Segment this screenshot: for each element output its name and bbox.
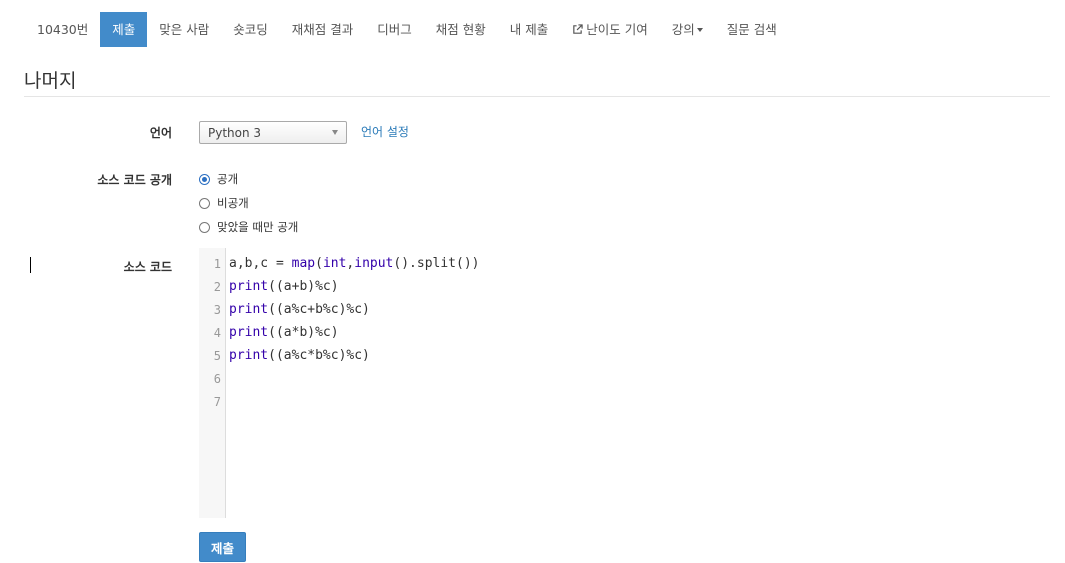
tab-label: 난이도 기여 [586, 22, 648, 37]
line-number-gutter: 1 2 3 4 5 6 7 [199, 248, 226, 518]
external-link-icon [573, 24, 583, 34]
line-number: 2 [213, 280, 221, 294]
code-line: a,b,c = map(int,input().split()) [229, 256, 480, 271]
radio-button[interactable] [199, 197, 210, 209]
radio-button[interactable] [199, 221, 210, 233]
line-number: 4 [213, 326, 221, 340]
tab-label: 디버그 [377, 22, 412, 37]
tab-label: 재채점 결과 [291, 22, 354, 37]
tab-label: 채점 현황 [435, 22, 486, 37]
language-select[interactable]: Python 3 [199, 121, 347, 144]
visibility-option-accepted-only[interactable]: 맞았을 때만 공개 [199, 219, 298, 235]
title-divider [24, 96, 1050, 97]
tab-problem-number[interactable]: 10430번 [25, 12, 100, 47]
tab-question-search[interactable]: 질문 검색 [715, 12, 789, 47]
radio-label: 비공개 [217, 196, 249, 210]
line-number: 5 [213, 349, 221, 363]
tab-accepted-users[interactable]: 맞은 사람 [147, 12, 221, 47]
tab-label: 내 제출 [509, 22, 549, 37]
tab-short-coding[interactable]: 숏코딩 [221, 12, 280, 47]
line-number: 7 [213, 395, 221, 409]
problem-tabs: 10430번 제출 맞은 사람 숏코딩 재채점 결과 디버그 채점 현황 내 제… [25, 12, 789, 47]
line-number: 6 [213, 372, 221, 386]
text-cursor [30, 257, 31, 273]
language-select-value: Python 3 [208, 125, 262, 140]
tab-my-submissions[interactable]: 내 제출 [498, 12, 560, 47]
chevron-down-icon [332, 130, 338, 135]
radio-button[interactable] [199, 173, 210, 185]
line-number: 3 [213, 303, 221, 317]
tab-submit[interactable]: 제출 [100, 12, 148, 47]
code-editor[interactable]: 1 2 3 4 5 6 7 a,b,c = map(int,input().sp… [199, 248, 1050, 518]
tab-lectures-dropdown[interactable]: 강의 [660, 12, 715, 47]
submit-button[interactable]: 제출 [199, 532, 246, 562]
tab-judge-status[interactable]: 채점 현황 [424, 12, 498, 47]
tab-label: 맞은 사람 [159, 22, 210, 37]
code-line: print((a+b)%c) [229, 279, 339, 294]
tab-difficulty-contribution[interactable]: 난이도 기여 [560, 12, 659, 47]
language-label: 언어 [149, 126, 172, 140]
tab-label: 10430번 [37, 22, 89, 37]
page-title: 나머지 [24, 70, 77, 92]
tab-label: 질문 검색 [726, 22, 777, 37]
code-line: print((a%c+b%c)%c) [229, 302, 370, 317]
visibility-label: 소스 코드 공개 [97, 173, 172, 187]
line-number: 1 [213, 257, 221, 271]
code-line: print((a%c*b%c)%c) [229, 348, 370, 363]
tab-rejudge-results[interactable]: 재채점 결과 [280, 12, 365, 47]
caret-down-icon [696, 27, 703, 32]
radio-label: 공개 [217, 172, 239, 186]
visibility-option-public[interactable]: 공개 [199, 171, 238, 187]
tab-label: 제출 [112, 22, 136, 37]
tab-label: 숏코딩 [233, 22, 268, 37]
radio-label: 맞았을 때만 공개 [217, 220, 299, 234]
source-code-label: 소스 코드 [123, 260, 172, 274]
tab-debug[interactable]: 디버그 [365, 12, 424, 47]
code-line: print((a*b)%c) [229, 325, 339, 340]
language-settings-link[interactable]: 언어 설정 [361, 123, 409, 140]
tab-label: 강의 [671, 22, 695, 37]
visibility-option-private[interactable]: 비공개 [199, 195, 249, 211]
